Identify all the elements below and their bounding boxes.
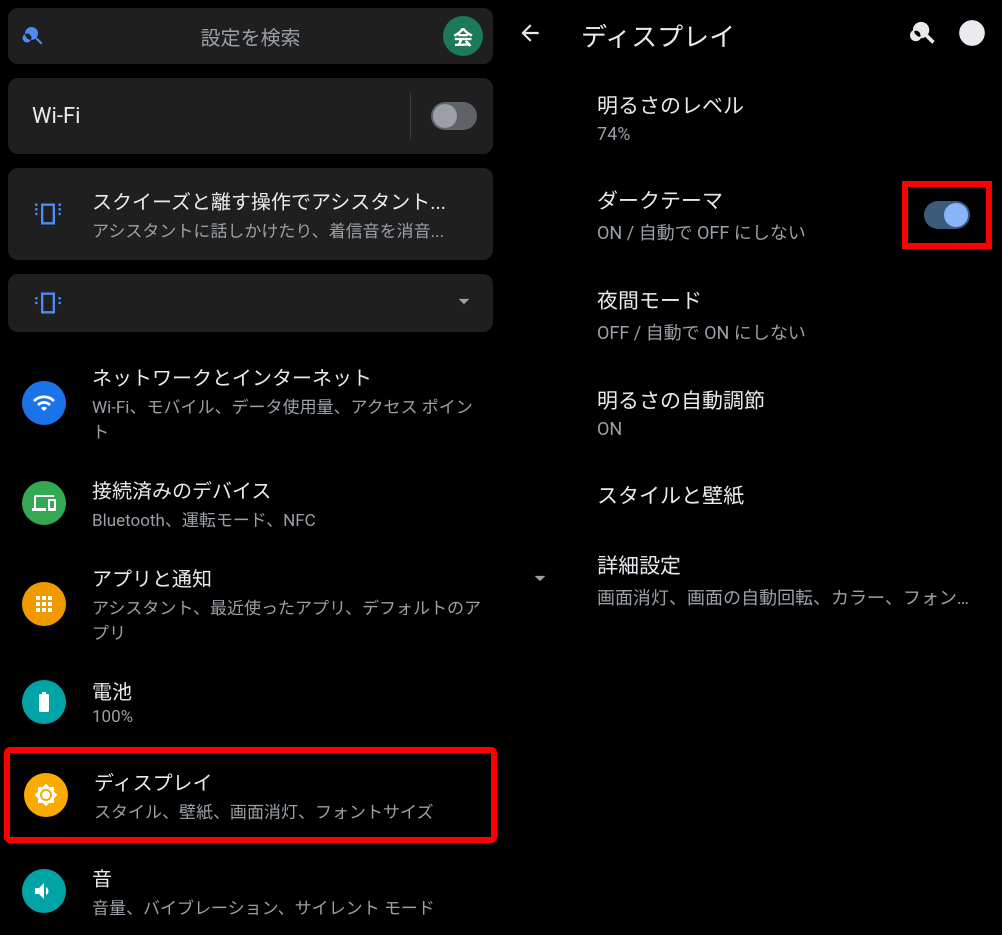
item-sub: 100% [92, 707, 483, 727]
item-title: 電池 [92, 676, 483, 705]
item-title: 接続済みのデバイス [92, 475, 483, 504]
vibrate-card[interactable] [8, 274, 493, 332]
divider [410, 92, 411, 140]
item-title: スタイルと壁紙 [597, 480, 986, 510]
item-sub: ON [597, 419, 986, 440]
item-sub: 74% [597, 124, 986, 145]
squeeze-icon [24, 190, 72, 238]
wifi-card[interactable]: Wi-Fi [8, 78, 493, 154]
back-button[interactable] [517, 20, 543, 50]
squeeze-title: スクイーズと離す操作でアシスタント... [92, 186, 477, 215]
devices-icon [22, 481, 66, 525]
item-title: アプリと通知 [92, 563, 483, 592]
wifi-label: Wi-Fi [32, 104, 80, 129]
settings-main-panel: 設定を検索 会 Wi-Fi スクイーズと離す操作でアシスタント... アシスタン… [0, 0, 501, 935]
squeeze-sub: アシスタントに話しかけたり、着信音を消音... [92, 217, 477, 242]
item-title: 夜間モード [597, 285, 986, 315]
item-sub: Bluetooth、運転モード、NFC [92, 506, 483, 531]
item-sub: OFF / 自動で ON にしない [597, 319, 986, 345]
settings-item-battery[interactable]: 電池 100% [8, 660, 493, 743]
item-sub: アシスタント、最近使ったアプリ、デフォルトのアプリ [92, 594, 483, 644]
item-title: 明るさのレベル [597, 90, 986, 120]
settings-search-bar[interactable]: 設定を検索 会 [8, 8, 493, 64]
search-button[interactable] [910, 19, 938, 51]
settings-item-sound[interactable]: 音 音量、バイブレーション、サイレント モード [8, 847, 493, 935]
settings-item-display[interactable]: ディスプレイ スタイル、壁紙、画面消灯、フォントサイズ [10, 753, 491, 837]
dark-theme-toggle[interactable] [924, 201, 970, 229]
item-title: 詳細設定 [597, 550, 986, 580]
style-wallpaper-item[interactable]: スタイルと壁紙 [501, 460, 1002, 530]
apps-icon [22, 582, 66, 626]
highlight-dark-theme-toggle [902, 181, 992, 249]
voice-search-button[interactable]: 会 [443, 16, 483, 56]
item-sub: 音量、バイブレーション、サイレント モード [92, 894, 483, 919]
page-title: ディスプレイ [581, 17, 890, 54]
chevron-down-icon [527, 565, 553, 595]
night-mode-item[interactable]: 夜間モード OFF / 自動で ON にしない [501, 265, 1002, 365]
brightness-level-item[interactable]: 明るさのレベル 74% [501, 70, 1002, 165]
settings-item-network[interactable]: ネットワークとインターネット Wi-Fi、モバイル、データ使用量、アクセス ポイ… [8, 346, 493, 459]
item-sub: 画面消灯、画面の自動回転、カラー、フォント... [597, 584, 986, 610]
display-settings-panel: ディスプレイ 明るさのレベル 74% ダークテーマ ON / 自動で OFF に… [501, 0, 1002, 935]
wifi-icon [22, 381, 66, 425]
dark-theme-item[interactable]: ダークテーマ ON / 自動で OFF にしない [501, 165, 1002, 265]
item-sub: Wi-Fi、モバイル、データ使用量、アクセス ポイント [92, 393, 483, 443]
item-title: 音 [92, 863, 483, 892]
help-button[interactable] [958, 19, 986, 51]
advanced-item[interactable]: 詳細設定 画面消灯、画面の自動回転、カラー、フォント... [501, 530, 1002, 630]
highlight-display-item: ディスプレイ スタイル、壁紙、画面消灯、フォントサイズ [4, 747, 497, 843]
squeeze-card[interactable]: スクイーズと離す操作でアシスタント... アシスタントに話しかけたり、着信音を消… [8, 168, 493, 260]
item-sub: スタイル、壁紙、画面消灯、フォントサイズ [94, 798, 481, 823]
auto-brightness-item[interactable]: 明るさの自動調節 ON [501, 365, 1002, 460]
wifi-toggle[interactable] [431, 102, 477, 130]
chevron-down-icon [451, 288, 477, 318]
item-title: ディスプレイ [94, 767, 481, 796]
item-title: 明るさの自動調節 [597, 385, 986, 415]
battery-icon [22, 680, 66, 724]
brightness-icon [24, 773, 68, 817]
settings-item-connected[interactable]: 接続済みのデバイス Bluetooth、運転モード、NFC [8, 459, 493, 547]
volume-icon [22, 869, 66, 913]
item-title: ネットワークとインターネット [92, 362, 483, 391]
search-icon [22, 24, 46, 48]
display-header: ディスプレイ [501, 0, 1002, 70]
vibrate-icon [24, 279, 72, 327]
settings-item-apps[interactable]: アプリと通知 アシスタント、最近使ったアプリ、デフォルトのアプリ [8, 547, 493, 660]
search-placeholder: 設定を検索 [58, 22, 443, 51]
